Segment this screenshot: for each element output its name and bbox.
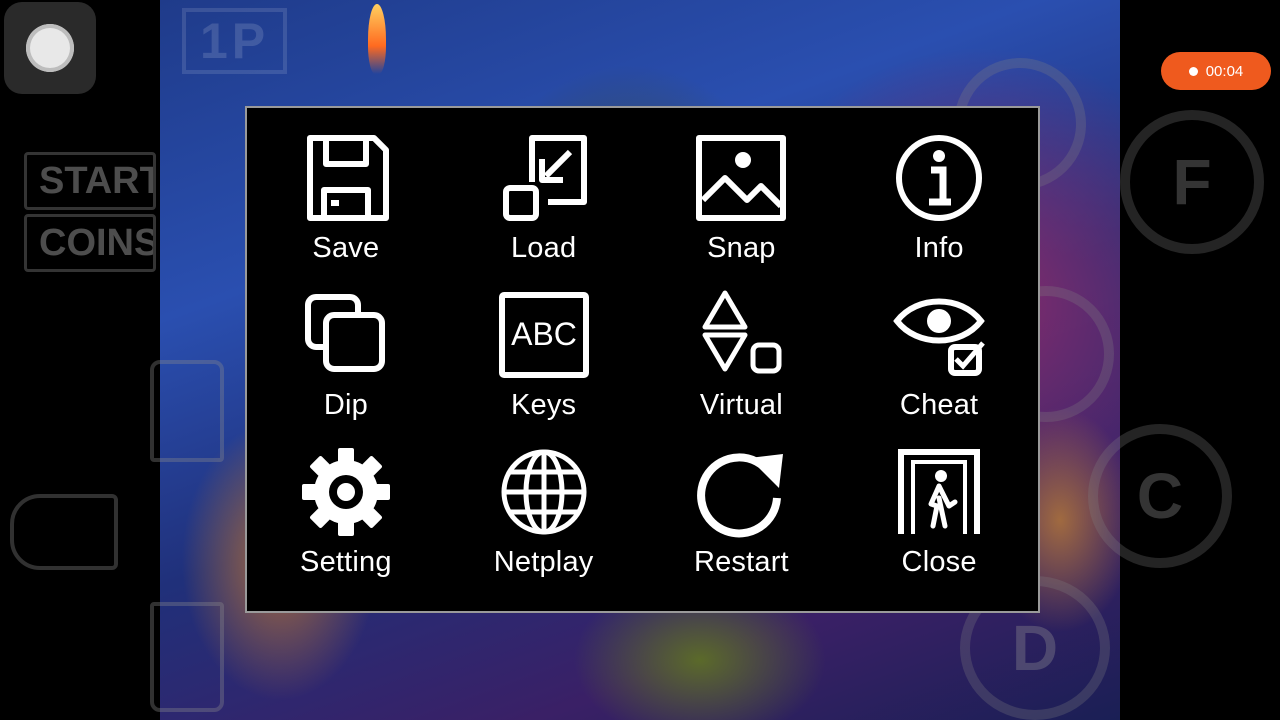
menu-item-dip[interactable]: Dip xyxy=(247,289,445,446)
emulator-menu: Save Load Snap Info Dip ABC Keys Virtual… xyxy=(245,106,1040,613)
menu-item-label: Dip xyxy=(323,389,368,421)
torch-flame xyxy=(368,4,386,74)
restart-icon xyxy=(697,453,784,538)
menu-item-netplay[interactable]: Netplay xyxy=(445,446,643,603)
menu-item-label: Cheat xyxy=(899,389,979,421)
menu-item-label: Load xyxy=(510,232,577,264)
dpad-down[interactable] xyxy=(150,602,224,712)
exit-door-icon xyxy=(898,449,981,534)
floppy-disk-icon xyxy=(306,135,389,221)
button-f[interactable]: F xyxy=(1120,110,1264,254)
dpad-left[interactable] xyxy=(10,494,118,570)
menu-item-label: Virtual xyxy=(699,389,783,421)
menu-item-label: Restart xyxy=(693,546,789,578)
menu-item-info[interactable]: Info xyxy=(840,132,1038,289)
menu-item-label: Snap xyxy=(707,232,776,264)
menu-item-cheat[interactable]: Cheat xyxy=(840,289,1038,446)
recording-time: 00:04 xyxy=(1205,62,1244,80)
record-dot-icon xyxy=(1188,66,1198,76)
menu-item-virtual[interactable]: Virtual xyxy=(643,289,841,446)
virtual-triangles-icon xyxy=(702,290,782,374)
menu-item-label: Close xyxy=(901,546,977,578)
menu-item-label: Netplay xyxy=(493,546,594,578)
menu-item-keys[interactable]: ABC Keys xyxy=(445,289,643,446)
home-dot-icon xyxy=(26,24,74,72)
gear-icon xyxy=(301,448,390,536)
image-icon xyxy=(696,135,787,221)
menu-item-label: Info xyxy=(914,232,964,264)
globe-icon xyxy=(501,449,587,535)
assistive-home-button[interactable] xyxy=(4,2,96,94)
eye-check-icon xyxy=(893,298,986,376)
abc-keys-icon: ABC xyxy=(498,292,589,378)
button-c[interactable]: C xyxy=(1088,424,1232,568)
copy-squares-icon xyxy=(304,294,385,372)
menu-item-close[interactable]: Close xyxy=(840,446,1038,603)
menu-item-label: Setting xyxy=(300,546,392,578)
keys-icon-text: ABC xyxy=(511,316,577,352)
load-arrow-icon xyxy=(502,135,587,221)
info-icon xyxy=(896,135,983,221)
menu-item-setting[interactable]: Setting xyxy=(247,446,445,603)
menu-item-snap[interactable]: Snap xyxy=(643,132,841,289)
coins-button[interactable]: COINS xyxy=(24,214,156,272)
menu-item-restart[interactable]: Restart xyxy=(643,446,841,603)
player-indicator: 1P xyxy=(182,8,288,74)
start-button[interactable]: START xyxy=(24,152,156,210)
dpad-up[interactable] xyxy=(150,360,224,462)
menu-item-label: Keys xyxy=(510,389,577,421)
menu-item-load[interactable]: Load xyxy=(445,132,643,289)
menu-item-save[interactable]: Save xyxy=(247,132,445,289)
recording-indicator[interactable]: 00:04 xyxy=(1161,52,1271,90)
menu-item-label: Save xyxy=(312,232,380,264)
